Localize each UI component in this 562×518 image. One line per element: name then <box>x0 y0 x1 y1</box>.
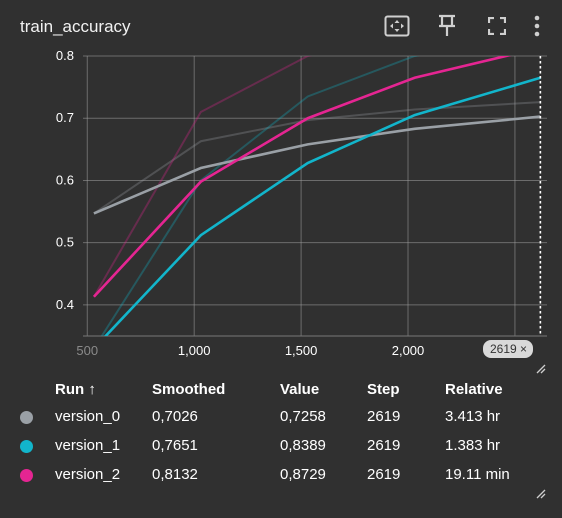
relative-time: 19.11 min <box>445 466 510 483</box>
step-value: 2619 <box>367 437 401 454</box>
table-header-row: Run ↑ Smoothed Value Step Relative <box>20 376 545 402</box>
resize-handle-icon[interactable] <box>536 489 546 499</box>
line-chart[interactable]: 0.40.50.60.70.85001,0001,5002,0002,500 <box>0 50 562 370</box>
fit-domain-button[interactable] <box>372 12 422 40</box>
run-name: version_2 <box>55 466 121 483</box>
runs-table: Run ↑ Smoothed Value Step Relative versi… <box>20 376 545 489</box>
relative-time: 1.383 hr <box>445 437 501 454</box>
resize-handle-icon[interactable] <box>536 364 546 374</box>
header-step[interactable]: Step <box>367 376 445 402</box>
raw-series-line <box>100 56 420 336</box>
fit-domain-icon <box>384 15 410 37</box>
raw-value: 0,8389 <box>280 437 326 454</box>
smoothed-value: 0,7026 <box>152 408 198 425</box>
x-tick-label: 1,000 <box>178 343 211 358</box>
table-row: version_2 0,8132 0,8729 2619 19.11 min <box>20 460 545 489</box>
header-smoothed[interactable]: Smoothed <box>152 376 280 402</box>
series-line-version_0[interactable] <box>93 115 541 215</box>
more-vert-icon <box>534 15 540 37</box>
smoothed-value: 0,7651 <box>152 437 198 454</box>
run-color-dot <box>20 410 33 424</box>
run-color-dot <box>20 439 33 453</box>
relative-time: 3.413 hr <box>445 408 501 425</box>
pin-icon <box>439 14 455 36</box>
y-tick-label: 0.4 <box>56 297 74 312</box>
raw-value: 0,8729 <box>280 466 326 483</box>
series-line-version_2[interactable] <box>92 50 540 298</box>
y-tick-label: 0.7 <box>56 110 74 125</box>
raw-series-line <box>93 56 313 298</box>
step-value: 2619 <box>367 408 401 425</box>
x-tick-label: 1,500 <box>285 343 318 358</box>
header-relative[interactable]: Relative <box>445 376 545 402</box>
header-color <box>20 376 55 402</box>
run-color-dot <box>20 468 33 482</box>
fullscreen-button[interactable] <box>472 12 522 40</box>
chart-title: train_accuracy <box>20 17 131 36</box>
smoothed-value: 0,8132 <box>152 466 198 483</box>
run-name: version_1 <box>55 437 121 454</box>
more-options-button[interactable] <box>522 12 552 40</box>
run-name: version_0 <box>55 408 121 425</box>
pin-button[interactable] <box>422 12 472 40</box>
table-row: version_0 0,7026 0,7258 2619 3.413 hr <box>20 402 545 431</box>
x-tick-label: 2,000 <box>392 343 425 358</box>
x-tick-label: 500 <box>76 343 98 358</box>
header-run[interactable]: Run ↑ <box>55 376 152 402</box>
step-value: 2619 <box>367 466 401 483</box>
table-row: version_1 0,7651 0,8389 2619 1.383 hr <box>20 431 545 460</box>
y-tick-label: 0.6 <box>56 172 74 187</box>
chart-card: train_accuracy 0.4 0.5 0.6 0.7 0.8 500 1… <box>0 0 562 518</box>
fullscreen-icon <box>488 17 506 35</box>
raw-value: 0,7258 <box>280 408 326 425</box>
chart-toolbar <box>372 12 552 40</box>
y-tick-label: 0.8 <box>56 50 74 63</box>
header-value[interactable]: Value <box>280 376 367 402</box>
y-tick-label: 0.5 <box>56 235 74 250</box>
step-badge[interactable]: 2619 × <box>483 340 534 358</box>
